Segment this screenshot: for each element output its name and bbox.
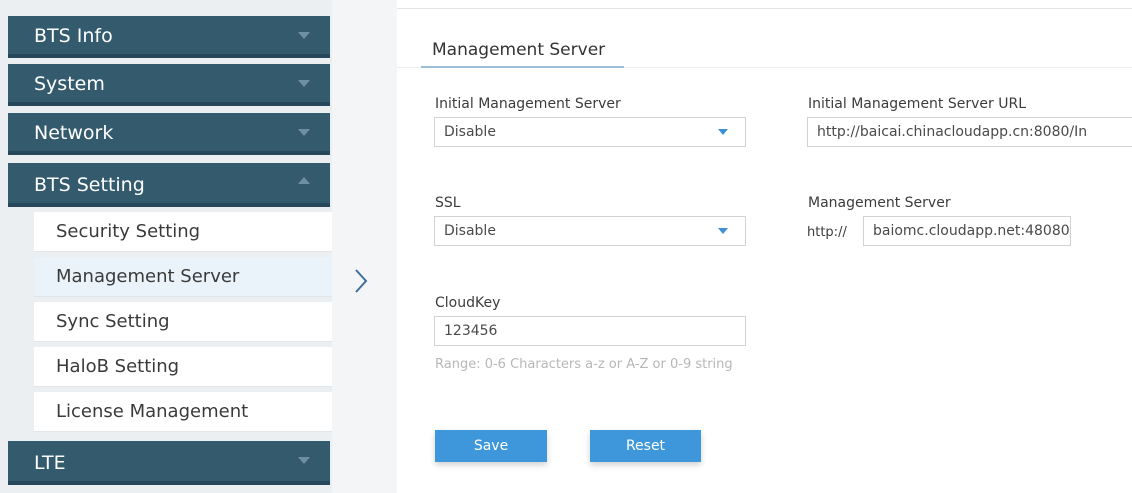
- sidebar-section-bts-info[interactable]: BTS Info: [8, 16, 330, 58]
- app-window: BTS Info System Network BTS Setting Secu…: [0, 0, 1132, 493]
- sidebar-item-sync-setting[interactable]: Sync Setting: [34, 302, 332, 342]
- management-server-label: Management Server: [808, 195, 951, 211]
- tab-active-indicator: [421, 66, 624, 68]
- ssl-label: SSL: [435, 195, 461, 211]
- initial-management-server-url-label: Initial Management Server URL: [808, 96, 1026, 112]
- cloudkey-label: CloudKey: [435, 295, 501, 311]
- sidebar-item-management-server[interactable]: Management Server: [34, 257, 332, 297]
- sidebar-section-bts-setting[interactable]: BTS Setting: [8, 163, 330, 207]
- sidebar-item-license-management[interactable]: License Management: [34, 392, 332, 432]
- sidebar-item-label: Sync Setting: [56, 311, 170, 332]
- sidebar-item-label: HaloB Setting: [56, 356, 180, 377]
- sidebar-item-label: Management Server: [56, 266, 240, 287]
- management-server-input[interactable]: baiomc.cloudapp.net:48080/s: [863, 216, 1071, 246]
- sidebar-section-label: BTS Info: [34, 25, 113, 47]
- sidebar-section-network[interactable]: Network: [8, 113, 330, 155]
- dropdown-caret-icon: [718, 129, 728, 135]
- management-server-prefix: http://: [807, 225, 847, 240]
- tab-management-server[interactable]: Management Server: [432, 40, 605, 60]
- input-value: baiomc.cloudapp.net:48080/s: [873, 223, 1071, 239]
- divider: [397, 8, 1132, 9]
- sidebar-collapse-area: [332, 0, 397, 493]
- initial-management-server-select[interactable]: Disable: [434, 117, 746, 147]
- sidebar-section-system[interactable]: System: [8, 64, 330, 106]
- chevron-up-icon: [298, 177, 310, 184]
- sidebar-section-label: System: [34, 73, 105, 95]
- chevron-right-icon[interactable]: [354, 268, 368, 294]
- cloudkey-hint: Range: 0-6 Characters a-z or A-Z or 0-9 …: [435, 357, 733, 372]
- initial-management-server-url-input[interactable]: http://baicai.chinacloudapp.cn:8080/In: [807, 117, 1132, 147]
- sidebar-item-security-setting[interactable]: Security Setting: [34, 212, 332, 252]
- sidebar-section-label: Network: [34, 122, 114, 144]
- chevron-down-icon: [298, 32, 310, 39]
- ssl-select[interactable]: Disable: [434, 216, 746, 246]
- select-value: Disable: [444, 223, 496, 239]
- cloudkey-input[interactable]: 123456: [434, 316, 746, 346]
- input-value: http://baicai.chinacloudapp.cn:8080/In: [817, 124, 1088, 140]
- chevron-down-icon: [298, 457, 310, 464]
- reset-button[interactable]: Reset: [590, 430, 701, 462]
- sidebar-item-label: License Management: [56, 401, 249, 422]
- dropdown-caret-icon: [718, 228, 728, 234]
- sidebar-section-label: BTS Setting: [34, 174, 145, 196]
- sidebar-section-label: LTE: [34, 452, 66, 474]
- chevron-down-icon: [298, 80, 310, 87]
- select-value: Disable: [444, 124, 496, 140]
- sidebar-item-halob-setting[interactable]: HaloB Setting: [34, 347, 332, 387]
- sidebar-item-label: Security Setting: [56, 221, 201, 242]
- chevron-down-icon: [298, 129, 310, 136]
- save-button[interactable]: Save: [435, 430, 547, 462]
- initial-management-server-label: Initial Management Server: [435, 96, 621, 112]
- sidebar-section-lte[interactable]: LTE: [8, 441, 330, 485]
- input-value: 123456: [444, 323, 498, 339]
